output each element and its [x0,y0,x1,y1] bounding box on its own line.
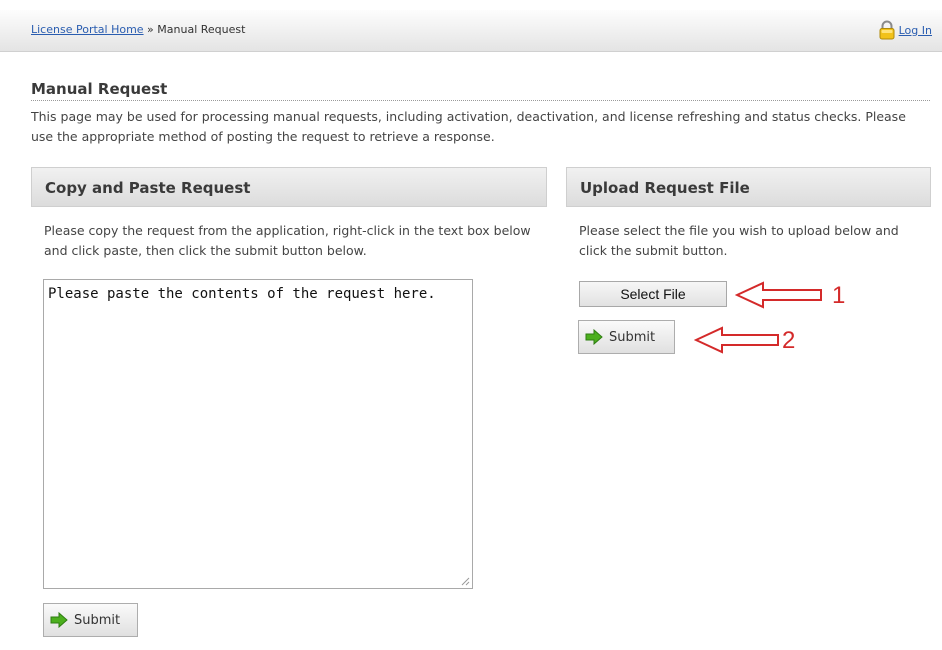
lock-icon [879,20,895,40]
copy-paste-instructions: Please copy the request from the applica… [44,223,531,258]
annotation-number-1: 1 [832,282,846,309]
resize-grip-icon[interactable] [460,576,470,586]
request-textarea[interactable]: Please paste the contents of the request… [44,280,472,588]
login-link[interactable]: Log In [899,24,932,37]
breadcrumb-home-link[interactable]: License Portal Home [31,23,144,36]
breadcrumb-separator: » [143,23,158,36]
upload-submit-button[interactable]: Submit [578,320,675,354]
login-area[interactable]: Log In [878,20,932,40]
annotation-arrow-2 [694,326,779,354]
top-bar: License Portal Home » Manual Request Log… [0,10,942,52]
breadcrumb: License Portal Home » Manual Request [31,23,245,36]
select-file-button[interactable]: Select File [579,281,727,307]
breadcrumb-current: Manual Request [157,23,246,36]
page-title: Manual Request [31,80,930,101]
page-intro: This page may be used for processing man… [31,109,906,144]
upload-instructions: Please select the file you wish to uploa… [579,223,899,258]
arrow-right-icon [50,612,68,628]
copy-paste-submit-button[interactable]: Submit [43,603,138,637]
submit-label: Submit [74,612,121,628]
annotation-number-2: 2 [782,327,796,354]
submit-label: Submit [609,329,656,345]
request-textarea-container: Please paste the contents of the request… [43,279,473,589]
arrow-right-icon [585,329,603,345]
copy-paste-heading: Copy and Paste Request [31,167,547,207]
upload-heading: Upload Request File [566,167,931,207]
annotation-arrow-1 [735,281,822,309]
